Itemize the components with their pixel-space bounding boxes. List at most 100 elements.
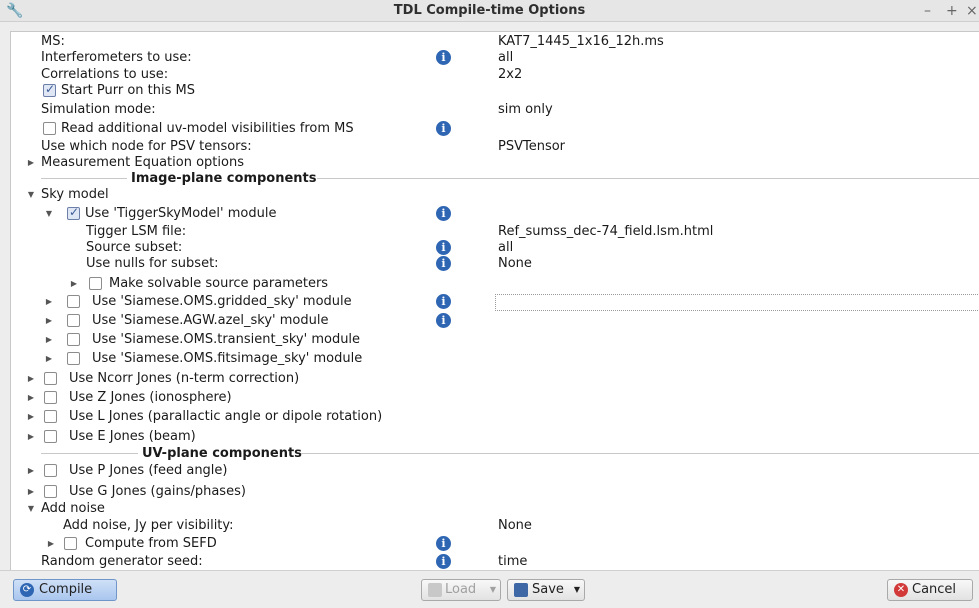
- option-row-random-seed: Random generator seed: i time: [11, 552, 979, 570]
- expand-arrow-icon[interactable]: ▶: [26, 369, 36, 388]
- info-icon[interactable]: i: [436, 313, 451, 328]
- gridded-sky-input[interactable]: [495, 294, 979, 311]
- option-row-azel-sky[interactable]: ▶ Use 'Siamese.AGW.azel_sky' module i: [11, 311, 979, 330]
- info-icon[interactable]: i: [436, 206, 451, 221]
- expand-arrow-icon[interactable]: ▶: [26, 407, 36, 426]
- e-jones-checkbox[interactable]: [44, 430, 57, 443]
- option-row-simulation-mode: Simulation mode: sim only: [11, 100, 979, 119]
- expand-arrow-icon[interactable]: ▶: [69, 274, 79, 293]
- expand-arrow-icon[interactable]: ▶: [44, 330, 54, 349]
- option-row-gridded-sky[interactable]: ▶ Use 'Siamese.OMS.gridded_sky' module i: [11, 292, 979, 311]
- fitsimage-sky-label: Use 'Siamese.OMS.fitsimage_sky' module: [92, 351, 363, 366]
- checkmark-icon: ✓: [68, 205, 80, 219]
- tigger-module-checkbox[interactable]: ✓: [67, 205, 80, 220]
- info-icon[interactable]: i: [436, 256, 451, 271]
- compile-button[interactable]: ⟳ Compile: [13, 579, 117, 601]
- title-bar: 🔧 TDL Compile-time Options – + ×: [0, 0, 979, 22]
- noise-per-vis-value[interactable]: None: [498, 516, 532, 535]
- start-purr-checkbox[interactable]: ✓: [43, 82, 56, 97]
- option-row-compute-sefd[interactable]: ▶ Compute from SEFD i: [11, 534, 979, 553]
- expand-arrow-icon[interactable]: ▶: [26, 388, 36, 407]
- checkmark-icon: ✓: [44, 82, 56, 96]
- compute-sefd-label: Compute from SEFD: [85, 536, 217, 551]
- collapse-arrow-icon[interactable]: ▼: [44, 204, 54, 223]
- read-additional-checkbox[interactable]: [43, 122, 56, 135]
- transient-sky-label: Use 'Siamese.OMS.transient_sky' module: [92, 332, 361, 347]
- noise-per-vis-label: Add noise, Jy per visibility:: [63, 518, 234, 533]
- expand-arrow-icon[interactable]: ▶: [44, 349, 54, 368]
- p-jones-label: Use P Jones (feed angle): [69, 463, 228, 478]
- simulation-mode-value[interactable]: sim only: [498, 100, 553, 119]
- folder-icon: [428, 583, 442, 597]
- dropdown-arrow-icon: ▼: [573, 585, 580, 594]
- compile-icon: ⟳: [20, 583, 34, 597]
- random-seed-label: Random generator seed:: [41, 554, 203, 569]
- make-solvable-checkbox[interactable]: [89, 277, 102, 290]
- load-button[interactable]: Load ▼: [421, 579, 501, 601]
- azel-sky-checkbox[interactable]: [67, 314, 80, 327]
- option-row-use-nulls: Use nulls for subset: i None: [11, 254, 979, 273]
- dropdown-arrow-icon: ▼: [489, 585, 496, 594]
- option-row-fitsimage-sky[interactable]: ▶ Use 'Siamese.OMS.fitsimage_sky' module: [11, 349, 979, 368]
- info-icon[interactable]: i: [436, 554, 451, 569]
- use-nulls-label: Use nulls for subset:: [86, 256, 219, 271]
- info-icon[interactable]: i: [436, 121, 451, 136]
- l-jones-label: Use L Jones (parallactic angle or dipole…: [69, 409, 383, 424]
- option-row-sky-model[interactable]: ▼ Sky model: [11, 185, 979, 204]
- expand-arrow-icon[interactable]: ▶: [26, 461, 36, 480]
- divider: [41, 178, 127, 179]
- expand-arrow-icon[interactable]: ▶: [44, 292, 54, 311]
- info-icon[interactable]: i: [436, 536, 451, 551]
- ncorr-jones-label: Use Ncorr Jones (n-term correction): [69, 371, 300, 386]
- transient-sky-checkbox[interactable]: [67, 333, 80, 346]
- info-icon[interactable]: i: [436, 50, 451, 65]
- cancel-icon: ✕: [894, 583, 908, 597]
- expand-arrow-icon[interactable]: ▶: [46, 534, 56, 553]
- cancel-label: Cancel: [912, 582, 957, 597]
- window-title: TDL Compile-time Options: [393, 3, 586, 18]
- option-row-tigger-module[interactable]: ▼ ✓ Use 'TiggerSkyModel' module i: [11, 204, 979, 223]
- make-solvable-label: Make solvable source parameters: [109, 276, 329, 291]
- option-row-ncorr-jones[interactable]: ▶ Use Ncorr Jones (n-term correction): [11, 369, 979, 388]
- option-row-noise-per-vis: Add noise, Jy per visibility: None: [11, 516, 979, 535]
- option-row-p-jones[interactable]: ▶ Use P Jones (feed angle): [11, 461, 979, 480]
- p-jones-checkbox[interactable]: [44, 464, 57, 477]
- divider: [301, 453, 979, 454]
- z-jones-checkbox[interactable]: [44, 391, 57, 404]
- tigger-module-label: Use 'TiggerSkyModel' module: [85, 206, 277, 221]
- z-jones-label: Use Z Jones (ionosphere): [69, 390, 232, 405]
- info-icon[interactable]: i: [436, 240, 451, 255]
- option-row-z-jones[interactable]: ▶ Use Z Jones (ionosphere): [11, 388, 979, 407]
- maximize-button[interactable]: +: [946, 0, 958, 22]
- option-row-start-purr[interactable]: ✓ Start Purr on this MS: [11, 81, 979, 100]
- start-purr-label: Start Purr on this MS: [61, 83, 195, 98]
- compute-sefd-checkbox[interactable]: [64, 537, 77, 550]
- save-label: Save: [532, 582, 564, 597]
- ncorr-jones-checkbox[interactable]: [44, 372, 57, 385]
- option-row-transient-sky[interactable]: ▶ Use 'Siamese.OMS.transient_sky' module: [11, 330, 979, 349]
- floppy-disk-icon: [514, 583, 528, 597]
- option-row-make-solvable[interactable]: ▶ Make solvable source parameters: [11, 274, 979, 293]
- cancel-button[interactable]: ✕ Cancel: [887, 579, 973, 601]
- save-button[interactable]: Save ▼: [507, 579, 585, 601]
- azel-sky-label: Use 'Siamese.AGW.azel_sky' module: [92, 313, 329, 328]
- g-jones-checkbox[interactable]: [44, 485, 57, 498]
- collapse-arrow-icon[interactable]: ▼: [26, 185, 36, 204]
- divider: [41, 453, 138, 454]
- options-tree: MS: KAT7_1445_1x16_12h.ms Interferometer…: [10, 31, 979, 570]
- close-button[interactable]: ×: [966, 0, 978, 22]
- option-row-l-jones[interactable]: ▶ Use L Jones (parallactic angle or dipo…: [11, 407, 979, 426]
- divider: [317, 178, 979, 179]
- simulation-mode-label: Simulation mode:: [41, 102, 156, 117]
- info-icon[interactable]: i: [436, 294, 451, 309]
- l-jones-checkbox[interactable]: [44, 410, 57, 423]
- gridded-sky-checkbox[interactable]: [67, 295, 80, 308]
- fitsimage-sky-checkbox[interactable]: [67, 352, 80, 365]
- compile-label: Compile: [39, 582, 93, 597]
- load-label: Load: [445, 582, 477, 597]
- option-row-read-additional[interactable]: Read additional uv-model visibilities fr…: [11, 119, 979, 138]
- use-nulls-value[interactable]: None: [498, 254, 532, 273]
- minimize-button[interactable]: –: [924, 0, 931, 22]
- expand-arrow-icon[interactable]: ▶: [44, 311, 54, 330]
- random-seed-value[interactable]: time: [498, 552, 527, 570]
